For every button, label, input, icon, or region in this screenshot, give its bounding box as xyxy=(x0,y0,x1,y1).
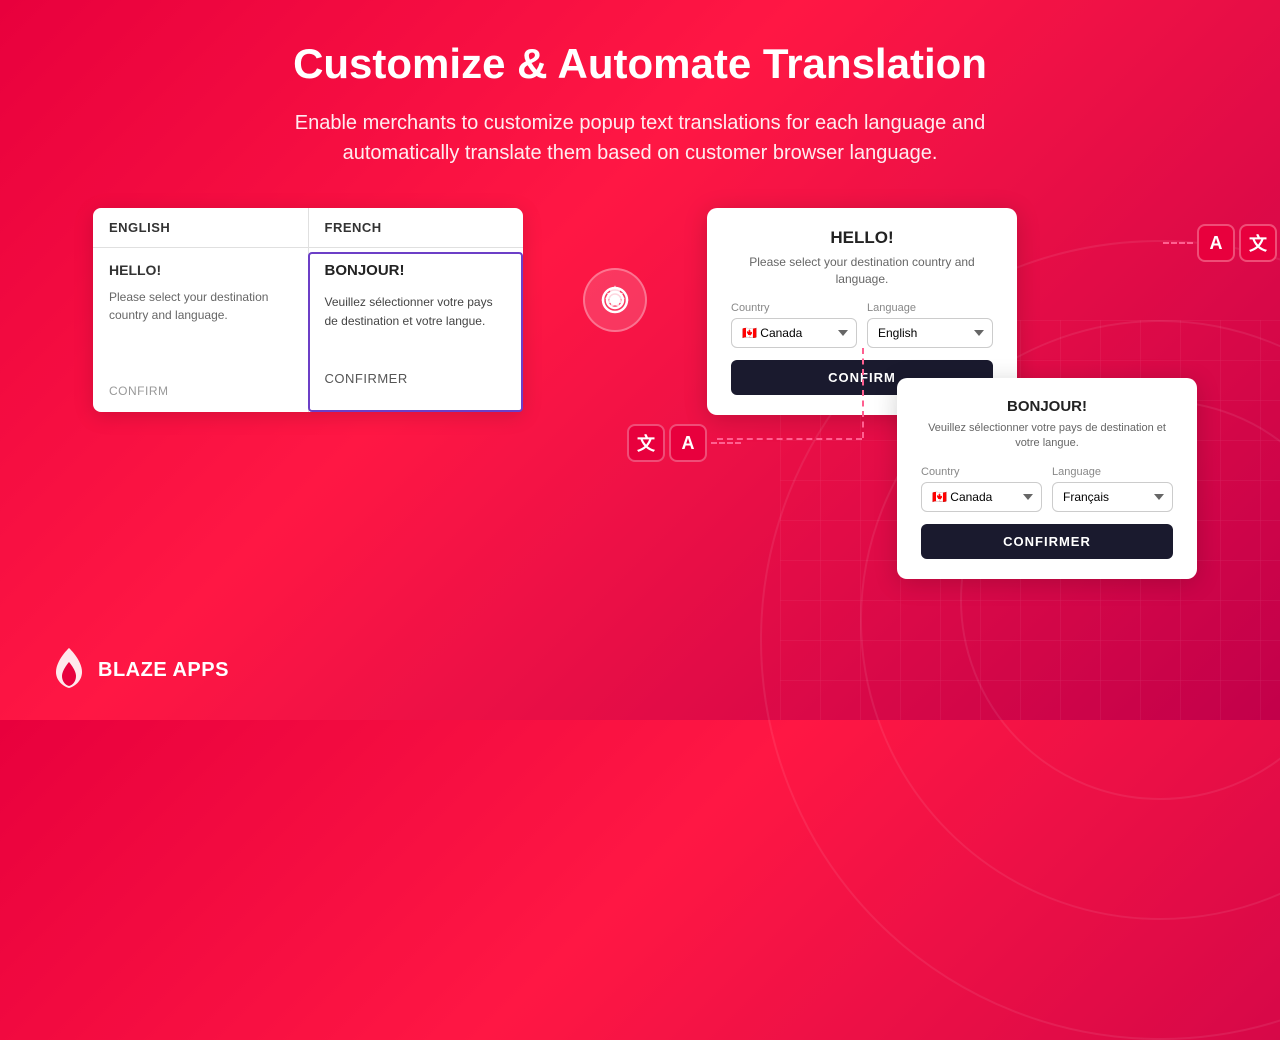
french-language-select[interactable]: Français English xyxy=(1052,482,1173,512)
french-popup-title: BONJOUR! xyxy=(921,398,1173,415)
french-country-label: Country xyxy=(921,466,1042,478)
country-select[interactable]: 🇨🇦 Canada 🇺🇸 USA xyxy=(731,318,857,348)
bottom-section: ENGLISH FRENCH HELLO! Please select your… xyxy=(0,208,1280,415)
dashed-connector-1 xyxy=(1163,242,1193,244)
translation-icon-group-1: A 文 xyxy=(1163,224,1277,262)
french-language-group: Language Français English xyxy=(1052,466,1173,512)
gear-circle xyxy=(583,268,647,332)
translate-zh-icon: 文 xyxy=(1239,224,1277,262)
dashed-connector-2 xyxy=(711,442,741,444)
gear-icon xyxy=(595,280,635,320)
trans-icons-1: A 文 xyxy=(1197,224,1277,262)
translation-table: ENGLISH FRENCH HELLO! Please select your… xyxy=(93,208,523,412)
table-header: ENGLISH FRENCH xyxy=(93,208,523,248)
french-popup: BONJOUR! Veuillez sélectionner votre pay… xyxy=(897,378,1197,579)
translation-icon-group-2: 文 A xyxy=(627,424,741,462)
french-country-group: Country 🇨🇦 Canada 🇺🇸 USA xyxy=(921,466,1042,512)
english-column: HELLO! Please select your destination co… xyxy=(93,248,309,412)
col-english-header: ENGLISH xyxy=(93,208,309,247)
col-french-header: FRENCH xyxy=(309,208,524,247)
logo-text: BLAZE APPS xyxy=(98,659,229,682)
translate-a-icon-2: A xyxy=(669,424,707,462)
english-title: HELLO! xyxy=(109,262,292,278)
vertical-dashed-line xyxy=(862,348,864,438)
language-group: Language English Français xyxy=(867,302,993,348)
page-subtitle: Enable merchants to customize popup text… xyxy=(250,108,1030,168)
logo-section: BLAZE APPS xyxy=(50,648,229,692)
english-form-row: Country 🇨🇦 Canada 🇺🇸 USA Language Englis… xyxy=(731,302,993,348)
country-group: Country 🇨🇦 Canada 🇺🇸 USA xyxy=(731,302,857,348)
page-title: Customize & Automate Translation xyxy=(293,40,987,88)
english-popup-subtitle: Please select your destination country a… xyxy=(731,254,993,288)
french-column: BONJOUR! Veuillez sélectionner votre pay… xyxy=(309,248,524,412)
french-confirm-button[interactable]: CONFIRMER xyxy=(921,524,1173,559)
country-label: Country xyxy=(731,302,857,314)
logo-flame-icon xyxy=(50,648,88,692)
translate-a-icon: A xyxy=(1197,224,1235,262)
popup-section: HELLO! Please select your destination co… xyxy=(707,208,1187,415)
french-body: Veuillez sélectionner votre pays de dest… xyxy=(325,293,508,331)
main-content: Customize & Automate Translation Enable … xyxy=(0,0,1280,415)
table-body: HELLO! Please select your destination co… xyxy=(93,248,523,412)
french-country-select[interactable]: 🇨🇦 Canada 🇺🇸 USA xyxy=(921,482,1042,512)
english-popup-title: HELLO! xyxy=(731,228,993,248)
translation-table-wrapper: ENGLISH FRENCH HELLO! Please select your… xyxy=(93,208,523,412)
language-label: Language xyxy=(867,302,993,314)
center-gear xyxy=(583,268,647,332)
french-popup-subtitle: Veuillez sélectionner votre pays de dest… xyxy=(921,421,1173,452)
french-form-row: Country 🇨🇦 Canada 🇺🇸 USA Language França… xyxy=(921,466,1173,512)
english-body: Please select your destination country a… xyxy=(109,288,292,324)
translate-zh-icon-2: 文 xyxy=(627,424,665,462)
language-select[interactable]: English Français xyxy=(867,318,993,348)
french-language-label: Language xyxy=(1052,466,1173,478)
english-confirm: CONFIRM xyxy=(109,384,292,398)
french-title: BONJOUR! xyxy=(325,262,508,279)
french-confirm: CONFIRMER xyxy=(325,371,508,386)
